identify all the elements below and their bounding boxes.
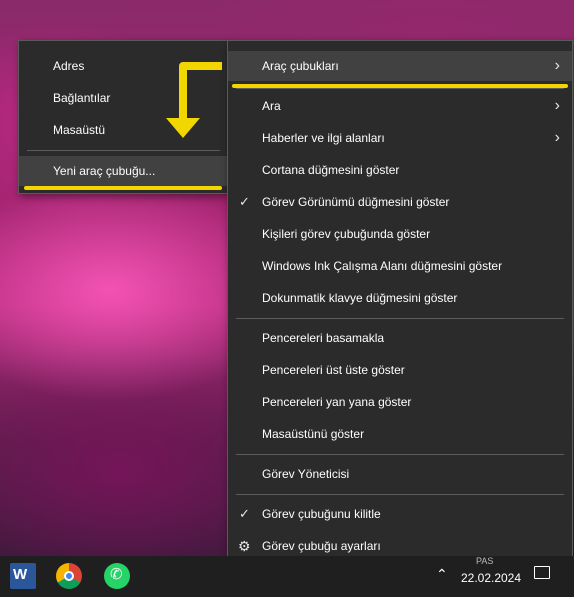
arrow-head <box>166 118 200 138</box>
clock-time: PAS <box>476 556 494 566</box>
arrow-stroke <box>179 62 222 120</box>
clock-date[interactable]: 22.02.2024 <box>456 571 526 585</box>
chrome-icon[interactable] <box>56 563 82 589</box>
annotation-arrow-icon <box>166 62 222 138</box>
notification-icon[interactable] <box>534 566 550 579</box>
whatsapp-icon[interactable] <box>104 563 130 589</box>
word-icon[interactable]: W <box>10 563 36 589</box>
word-letter: W <box>13 566 28 583</box>
show-hidden-icons-chevron-up-icon[interactable]: ⌃ <box>436 566 448 583</box>
